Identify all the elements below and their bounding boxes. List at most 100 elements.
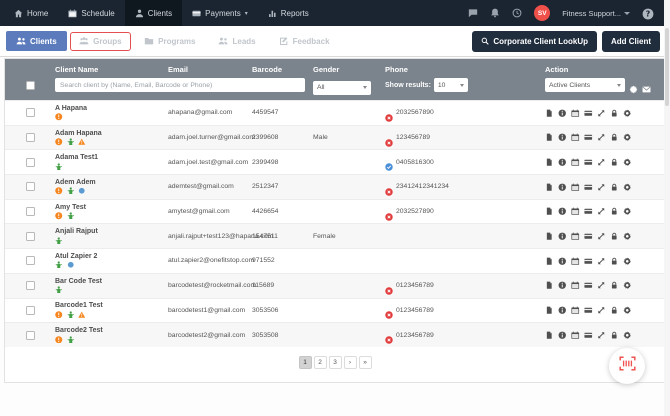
row-checkbox[interactable]	[26, 182, 35, 191]
document-icon[interactable]	[545, 158, 554, 167]
gear-icon[interactable]	[623, 331, 632, 340]
row-checkbox[interactable]	[26, 108, 35, 117]
scrollbar-thumb[interactable]	[665, 28, 669, 106]
tab-programs[interactable]: Programs	[134, 31, 205, 51]
document-icon[interactable]	[545, 232, 554, 241]
resize-icon[interactable]	[597, 109, 606, 118]
lock-icon[interactable]	[610, 133, 619, 142]
tab-clients[interactable]: Clients	[6, 31, 67, 51]
info-circle-icon[interactable]	[558, 331, 567, 340]
gear-icon[interactable]	[623, 257, 632, 266]
card-icon[interactable]	[584, 133, 593, 142]
info-circle-icon[interactable]	[558, 109, 567, 118]
row-checkbox[interactable]	[26, 306, 35, 315]
nav-item-schedule[interactable]: Schedule	[58, 0, 124, 26]
calendar-icon[interactable]	[571, 257, 580, 266]
resize-icon[interactable]	[597, 331, 606, 340]
calendar-icon[interactable]	[571, 306, 580, 315]
clock-icon[interactable]	[512, 8, 522, 18]
corporate-client-lookup-button[interactable]: Corporate Client LookUp	[472, 31, 597, 52]
document-icon[interactable]	[545, 183, 554, 192]
tab-groups[interactable]: Groups	[70, 32, 131, 51]
page-button-1[interactable]: 1	[299, 356, 312, 369]
nav-item-home[interactable]: Home	[4, 0, 58, 26]
select-all-checkbox[interactable]	[26, 81, 35, 90]
row-checkbox[interactable]	[26, 207, 35, 216]
page-button-2[interactable]: 2	[314, 356, 327, 369]
card-icon[interactable]	[584, 158, 593, 167]
info-circle-icon[interactable]	[558, 158, 567, 167]
lock-icon[interactable]	[610, 281, 619, 290]
calendar-icon[interactable]	[571, 133, 580, 142]
resize-icon[interactable]	[597, 158, 606, 167]
gear-icon[interactable]	[623, 232, 632, 241]
gear-icon[interactable]	[623, 109, 632, 118]
lock-icon[interactable]	[610, 232, 619, 241]
resize-icon[interactable]	[597, 232, 606, 241]
resize-icon[interactable]	[597, 281, 606, 290]
resize-icon[interactable]	[597, 133, 606, 142]
bell-icon[interactable]	[490, 8, 500, 18]
info-circle-icon[interactable]	[558, 183, 567, 192]
calendar-icon[interactable]	[571, 183, 580, 192]
info-circle-icon[interactable]	[558, 207, 567, 216]
info-circle-icon[interactable]	[558, 133, 567, 142]
document-icon[interactable]	[545, 281, 554, 290]
row-checkbox[interactable]	[26, 158, 35, 167]
calendar-icon[interactable]	[571, 158, 580, 167]
document-icon[interactable]	[545, 306, 554, 315]
card-icon[interactable]	[584, 109, 593, 118]
tab-leads[interactable]: Leads	[208, 31, 265, 51]
card-icon[interactable]	[584, 306, 593, 315]
card-icon[interactable]	[584, 232, 593, 241]
document-icon[interactable]	[545, 207, 554, 216]
avatar[interactable]: SV	[534, 5, 550, 21]
nav-item-reports[interactable]: Reports	[258, 0, 319, 26]
info-circle-icon[interactable]	[558, 232, 567, 241]
lock-icon[interactable]	[610, 306, 619, 315]
card-icon[interactable]	[584, 281, 593, 290]
card-icon[interactable]	[584, 207, 593, 216]
gear-icon[interactable]	[623, 281, 632, 290]
lock-icon[interactable]	[610, 158, 619, 167]
document-icon[interactable]	[545, 331, 554, 340]
gender-filter-select[interactable]: All	[313, 81, 371, 95]
document-icon[interactable]	[545, 257, 554, 266]
document-icon[interactable]	[545, 133, 554, 142]
row-checkbox[interactable]	[26, 281, 35, 290]
resize-icon[interactable]	[597, 183, 606, 192]
calendar-icon[interactable]	[571, 331, 580, 340]
vertical-scrollbar[interactable]	[664, 0, 670, 416]
add-client-button[interactable]: Add Client	[602, 31, 660, 52]
chat-icon[interactable]	[468, 8, 478, 18]
gear-icon[interactable]	[623, 306, 632, 315]
next-page-button[interactable]: ›	[344, 356, 357, 369]
resize-icon[interactable]	[597, 257, 606, 266]
lock-icon[interactable]	[610, 331, 619, 340]
lock-icon[interactable]	[610, 257, 619, 266]
gear-icon[interactable]	[629, 81, 638, 90]
calendar-icon[interactable]	[571, 281, 580, 290]
row-checkbox[interactable]	[26, 232, 35, 241]
account-menu[interactable]: Fitness Support...	[562, 9, 630, 18]
page-button-3[interactable]: 3	[329, 356, 342, 369]
tab-feedback[interactable]: Feedback	[269, 31, 340, 51]
envelope-icon[interactable]	[642, 81, 651, 90]
client-status-filter-select[interactable]: Active Clients	[545, 78, 625, 92]
card-icon[interactable]	[584, 183, 593, 192]
resize-icon[interactable]	[597, 207, 606, 216]
calendar-icon[interactable]	[571, 109, 580, 118]
gear-icon[interactable]	[623, 207, 632, 216]
card-icon[interactable]	[584, 331, 593, 340]
info-circle-icon[interactable]	[558, 281, 567, 290]
search-input[interactable]	[55, 78, 305, 92]
gear-icon[interactable]	[623, 158, 632, 167]
nav-item-clients[interactable]: Clients	[125, 0, 182, 26]
calendar-icon[interactable]	[571, 232, 580, 241]
lock-icon[interactable]	[610, 207, 619, 216]
help-icon[interactable]: ?	[642, 7, 654, 19]
nav-item-payments[interactable]: Payments▾	[182, 0, 258, 26]
gear-icon[interactable]	[623, 183, 632, 192]
lock-icon[interactable]	[610, 109, 619, 118]
lock-icon[interactable]	[610, 183, 619, 192]
